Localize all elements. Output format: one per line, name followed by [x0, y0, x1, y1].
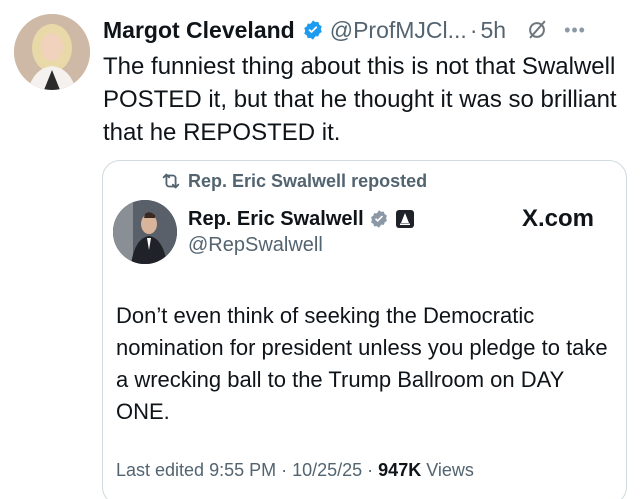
quoted-author-row: Rep. Eric Swalwell [188, 205, 415, 233]
quoted-post-text: Don’t even think of seeking the Democrat… [116, 303, 608, 424]
government-badge-icon [395, 209, 415, 229]
more-icon[interactable]: ••• [564, 12, 586, 48]
author-avatar[interactable] [14, 14, 90, 90]
quoted-author-handle[interactable]: @RepSwalwell [188, 234, 323, 257]
views-label: Views [421, 460, 474, 480]
author-name[interactable]: Margot Cleveland [103, 12, 295, 48]
author-avatar-image [14, 14, 90, 90]
quoted-author-name[interactable]: Rep. Eric Swalwell [188, 208, 364, 231]
quoted-post-meta: Last edited 9:55 PM · 10/25/25 · 947K Vi… [116, 460, 474, 481]
author-handle[interactable]: @ProfMJCl... [330, 12, 467, 48]
separator-dot: · [469, 17, 478, 43]
edited-timestamp: Last edited 9:55 PM · 10/25/25 · [116, 460, 379, 480]
grok-icon[interactable] [526, 19, 548, 41]
tweet-timestamp[interactable]: 5h [480, 12, 506, 48]
quoted-author-avatar-image [113, 200, 177, 264]
verified-badge-icon [302, 19, 324, 41]
tweet-text: The funniest thing about this is not tha… [103, 53, 617, 146]
source-label: X.com [522, 205, 595, 232]
verified-badge-icon [369, 209, 389, 229]
views-count: 947K [378, 460, 422, 480]
quoted-author-avatar[interactable] [113, 200, 177, 264]
repost-icon [160, 170, 182, 192]
repost-indicator: Rep. Eric Swalwell reposted [160, 168, 427, 194]
tweet-header: Margot Cleveland @ProfMJCl... · 5h ••• [103, 12, 634, 48]
repost-label: Rep. Eric Swalwell reposted [188, 170, 428, 191]
